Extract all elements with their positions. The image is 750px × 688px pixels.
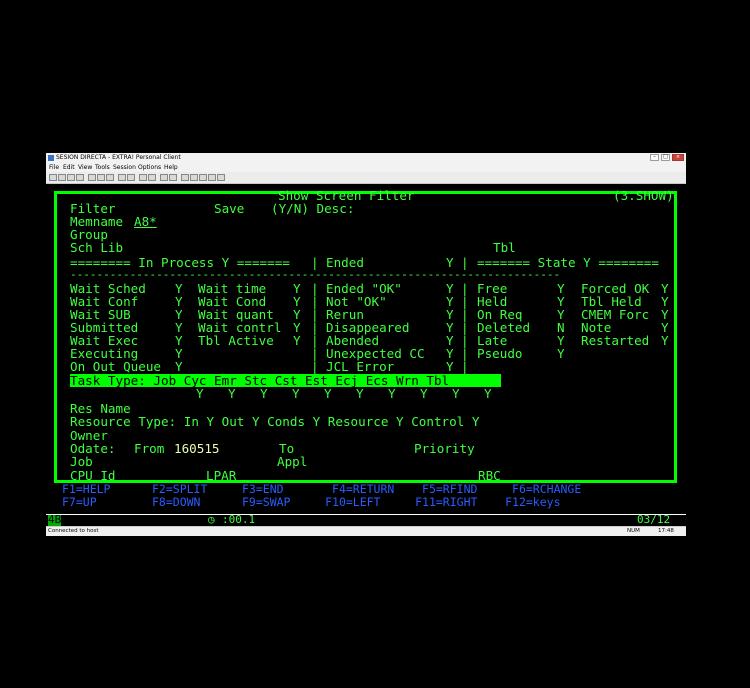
lpar-label: LPAR: [206, 468, 237, 483]
print-icon[interactable]: [76, 174, 84, 181]
save-label: Save: [214, 201, 245, 216]
minimize-icon[interactable]: –: [650, 154, 659, 161]
list-item: Pseudo: [477, 346, 523, 361]
map-icon[interactable]: [208, 174, 216, 181]
copy-icon[interactable]: [97, 174, 105, 181]
toolbar: [46, 172, 686, 184]
status-flag[interactable]: Y: [661, 334, 669, 347]
paste-icon[interactable]: [106, 174, 114, 181]
record-icon[interactable]: [181, 174, 189, 181]
session-indicator: 4B: [48, 513, 62, 526]
oia-divider: [46, 514, 686, 515]
menu-help[interactable]: Help: [164, 164, 178, 171]
task-type-job-flag[interactable]: Y: [196, 387, 204, 400]
play-icon[interactable]: [190, 174, 198, 181]
macro-icon[interactable]: [127, 174, 135, 181]
status-flag[interactable]: Y: [446, 360, 454, 373]
oia-status-line: 4B ◷ :00.1 03/12: [46, 514, 686, 526]
clock-time: 17:48: [658, 528, 674, 534]
elapsed-time: :00.1: [222, 513, 256, 526]
menu-options[interactable]: Options: [138, 164, 161, 171]
status-bar: Connected to host NUM 17:48: [46, 526, 686, 536]
task-type-ecs-flag[interactable]: Y: [420, 387, 428, 400]
resource-type-line[interactable]: Resource Type: In Y Out Y Conds Y Resour…: [70, 415, 479, 428]
new-session-icon[interactable]: [49, 174, 57, 181]
cpuid-label: CPU Id: [70, 468, 116, 483]
task-type-emr-flag[interactable]: Y: [260, 387, 268, 400]
display-icon[interactable]: [217, 174, 225, 181]
settings-icon[interactable]: [199, 174, 207, 181]
list-item: Tbl Active: [198, 333, 274, 348]
task-type-header: Task Type: Job Cyc Emr Stc Cst Est Ecj E…: [70, 374, 501, 387]
terminal-screen[interactable]: Show Screen Filter (3.SHOW) Filter Save …: [46, 184, 686, 514]
task-type-wrn-flag[interactable]: Y: [452, 387, 460, 400]
screen-id: (3.SHOW): [613, 188, 674, 203]
window-title: SESION DIRECTA - EXTRA! Personal Client: [56, 154, 181, 161]
priority-label: Priority: [414, 441, 475, 456]
numlock-indicator: NUM: [627, 528, 640, 534]
appl-label: Appl: [277, 454, 308, 469]
menu-edit[interactable]: Edit: [63, 164, 75, 171]
status-flag[interactable]: Y: [175, 360, 183, 373]
memname-field[interactable]: A8*: [134, 215, 157, 228]
menu-session[interactable]: Session: [113, 164, 136, 171]
cursor-position: 03/12: [637, 513, 671, 526]
function-keys-row-2[interactable]: F7=UP F8=DOWN F9=SWAP F10=LEFT F11=RIGHT…: [62, 496, 561, 509]
task-type-stc-flag[interactable]: Y: [292, 387, 300, 400]
job-label: Job: [70, 454, 93, 469]
transfer-icon[interactable]: [118, 174, 126, 181]
status-flag[interactable]: Y: [557, 347, 565, 360]
rbc-label: RBC: [478, 468, 501, 483]
font-icon[interactable]: [160, 174, 168, 181]
list-item: On Out Queue: [70, 359, 161, 374]
from-label: From: [134, 441, 165, 456]
menu-view[interactable]: View: [78, 164, 92, 171]
tbl-label: Tbl: [493, 240, 516, 255]
save-hint: (Y/N) Desc:: [271, 201, 355, 216]
task-type-cyc-flag[interactable]: Y: [228, 387, 236, 400]
connection-status: Connected to host: [48, 528, 99, 534]
keyboard-icon[interactable]: [169, 174, 177, 181]
disconnect-icon[interactable]: [148, 174, 156, 181]
app-icon: [48, 155, 54, 161]
menu-tools[interactable]: Tools: [95, 164, 110, 171]
emulator-window: SESION DIRECTA - EXTRA! Personal Client …: [46, 153, 686, 536]
cut-icon[interactable]: [88, 174, 96, 181]
task-type-est-flag[interactable]: Y: [356, 387, 364, 400]
maximize-icon[interactable]: □: [661, 154, 670, 161]
list-item: Restarted: [581, 333, 650, 348]
list-item: JCL Error: [326, 359, 395, 374]
schlib-label: Sch Lib: [70, 240, 124, 255]
clock-icon: ◷: [208, 513, 215, 526]
open-icon[interactable]: [58, 174, 66, 181]
from-date-field[interactable]: 160515: [174, 442, 220, 455]
connect-icon[interactable]: [139, 174, 147, 181]
menu-bar: File Edit View Tools Session Options Hel…: [46, 163, 686, 172]
close-icon[interactable]: ×: [672, 154, 684, 161]
task-type-tbl-flag[interactable]: Y: [484, 387, 492, 400]
status-flag[interactable]: Y: [293, 334, 301, 347]
task-type-cst-flag[interactable]: Y: [324, 387, 332, 400]
separator-line: ----------------------------------------…: [70, 268, 561, 281]
menu-file[interactable]: File: [49, 164, 59, 171]
save-icon[interactable]: [67, 174, 75, 181]
task-type-ecj-flag[interactable]: Y: [388, 387, 396, 400]
